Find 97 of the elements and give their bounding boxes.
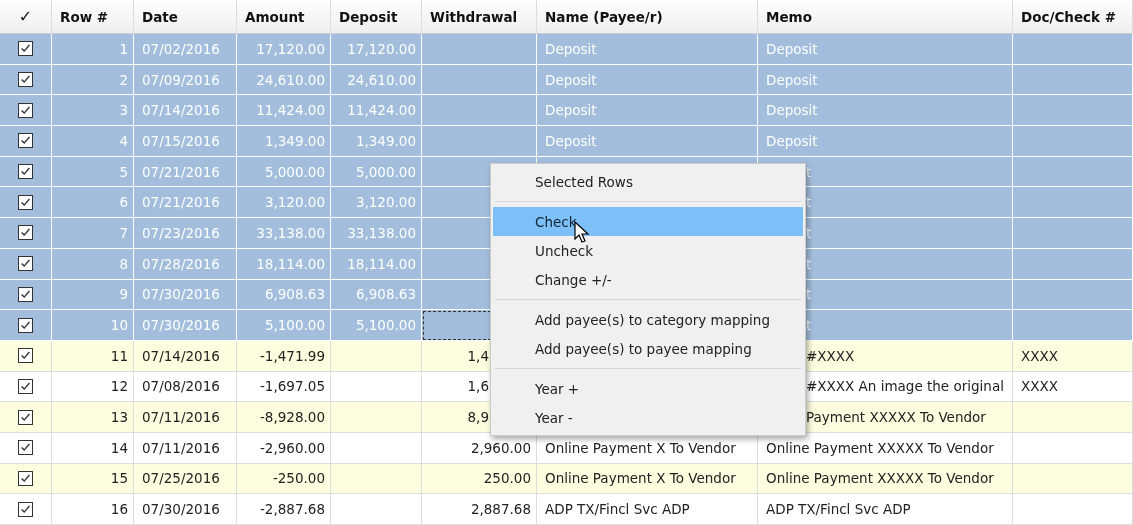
table-cell: -8,928.00 — [237, 402, 331, 433]
table-cell: 4 — [52, 126, 134, 157]
table-cell: Deposit — [537, 34, 758, 65]
table-cell: 8 — [52, 248, 134, 280]
table-cell: 2 — [52, 64, 134, 96]
table-cell: 5,100.00 — [237, 310, 331, 341]
table-cell: 9 — [52, 279, 134, 311]
table-cell: 07/09/2016 — [134, 64, 237, 96]
checkbox[interactable] — [18, 225, 33, 241]
table-cell: 14 — [52, 432, 134, 464]
column-header[interactable]: ✓ — [0, 0, 52, 34]
checkbox[interactable] — [18, 102, 33, 118]
column-header[interactable]: Memo — [758, 0, 1013, 34]
column-header[interactable]: Deposit — [331, 0, 422, 34]
column-header[interactable]: Row # — [52, 0, 134, 34]
checkbox[interactable] — [18, 440, 33, 456]
menu-item[interactable]: Check — [493, 207, 803, 236]
table-cell: Deposit — [758, 34, 1013, 65]
table-cell: 07/11/2016 — [134, 432, 237, 464]
table-cell: XXXX — [1013, 340, 1133, 372]
checkbox[interactable] — [18, 470, 33, 486]
checkbox[interactable] — [18, 256, 33, 272]
table-cell: 11 — [52, 340, 134, 372]
table-cell: -1,471.99 — [237, 340, 331, 372]
table-cell: 2,887.68 — [422, 494, 537, 525]
table-cell: 1,349.00 — [331, 126, 422, 157]
table-cell: 5 — [52, 156, 134, 188]
table-cell: 07/15/2016 — [134, 126, 237, 157]
column-header[interactable]: Amount — [237, 0, 331, 34]
table-cell: 11,424.00 — [331, 95, 422, 127]
table-cell: 07/02/2016 — [134, 34, 237, 65]
column-header[interactable]: Doc/Check # — [1013, 0, 1133, 34]
table-cell: 6,908.63 — [237, 279, 331, 311]
table-cell: 07/21/2016 — [134, 187, 237, 219]
table-cell: 3,120.00 — [237, 187, 331, 219]
checkbox[interactable] — [18, 133, 33, 149]
checkbox[interactable] — [18, 41, 33, 57]
table-cell: 6,908.63 — [331, 279, 422, 311]
table-cell: 07/14/2016 — [134, 95, 237, 127]
checkbox[interactable] — [18, 317, 33, 333]
table-cell: 7 — [52, 218, 134, 249]
table-cell: 15 — [52, 463, 134, 495]
table-cell: Deposit — [537, 64, 758, 96]
table-cell: Deposit — [758, 126, 1013, 157]
table-cell: 07/30/2016 — [134, 310, 237, 341]
table-cell: 07/11/2016 — [134, 402, 237, 433]
table-cell: 3,120.00 — [331, 187, 422, 219]
table-cell: 24,610.00 — [331, 64, 422, 96]
table-cell: 13 — [52, 402, 134, 433]
table-cell: 18,114.00 — [237, 248, 331, 280]
table-cell: 24,610.00 — [237, 64, 331, 96]
table-cell: 1,349.00 — [237, 126, 331, 157]
table-cell: 18,114.00 — [331, 248, 422, 280]
table-cell: Online Payment XXXXX To Vendor — [758, 463, 1013, 495]
table-cell: Deposit — [537, 126, 758, 157]
table-cell: 07/25/2016 — [134, 463, 237, 495]
table-cell: -2,887.68 — [237, 494, 331, 525]
table-cell: 07/14/2016 — [134, 340, 237, 372]
table-cell: 17,120.00 — [237, 34, 331, 65]
table-cell: 5,000.00 — [237, 156, 331, 188]
table-cell: 16 — [52, 494, 134, 525]
table-cell: 17,120.00 — [331, 34, 422, 65]
table-cell: 11,424.00 — [237, 95, 331, 127]
checkbox[interactable] — [18, 348, 33, 364]
table-cell: 1 — [52, 34, 134, 65]
table-cell: ADP TX/Fincl Svc ADP — [758, 494, 1013, 525]
table-cell: Deposit — [758, 95, 1013, 127]
table-cell: 3 — [52, 95, 134, 127]
table-cell: -250.00 — [237, 463, 331, 495]
column-header[interactable]: Name (Payee/r) — [537, 0, 758, 34]
table-cell: -2,960.00 — [237, 432, 331, 464]
table-cell: Deposit — [537, 95, 758, 127]
table-cell: 07/23/2016 — [134, 218, 237, 249]
table-cell: 5,100.00 — [331, 310, 422, 341]
checkbox[interactable] — [18, 409, 33, 425]
table-cell: 6 — [52, 187, 134, 219]
table-cell: 07/30/2016 — [134, 494, 237, 525]
table-cell: 33,138.00 — [331, 218, 422, 249]
pointer-cursor-icon — [574, 221, 591, 245]
table-cell: Online Payment X To Vendor — [537, 463, 758, 495]
checkbox[interactable] — [18, 286, 33, 302]
checkbox[interactable] — [18, 164, 33, 180]
checkbox[interactable] — [18, 378, 33, 394]
table-cell: 33,138.00 — [237, 218, 331, 249]
column-header[interactable]: Date — [134, 0, 237, 34]
table-cell: 5,000.00 — [331, 156, 422, 188]
table-cell: Deposit — [758, 64, 1013, 96]
table-cell: 07/28/2016 — [134, 248, 237, 280]
table-cell: 10 — [52, 310, 134, 341]
checkbox[interactable] — [18, 501, 33, 517]
table-cell: ADP TX/Fincl Svc ADP — [537, 494, 758, 525]
table-cell: 250.00 — [422, 463, 537, 495]
checkbox[interactable] — [18, 72, 33, 88]
checkbox[interactable] — [18, 194, 33, 210]
table-cell: 07/30/2016 — [134, 279, 237, 311]
table-cell: 07/21/2016 — [134, 156, 237, 188]
column-header[interactable]: Withdrawal — [422, 0, 537, 34]
